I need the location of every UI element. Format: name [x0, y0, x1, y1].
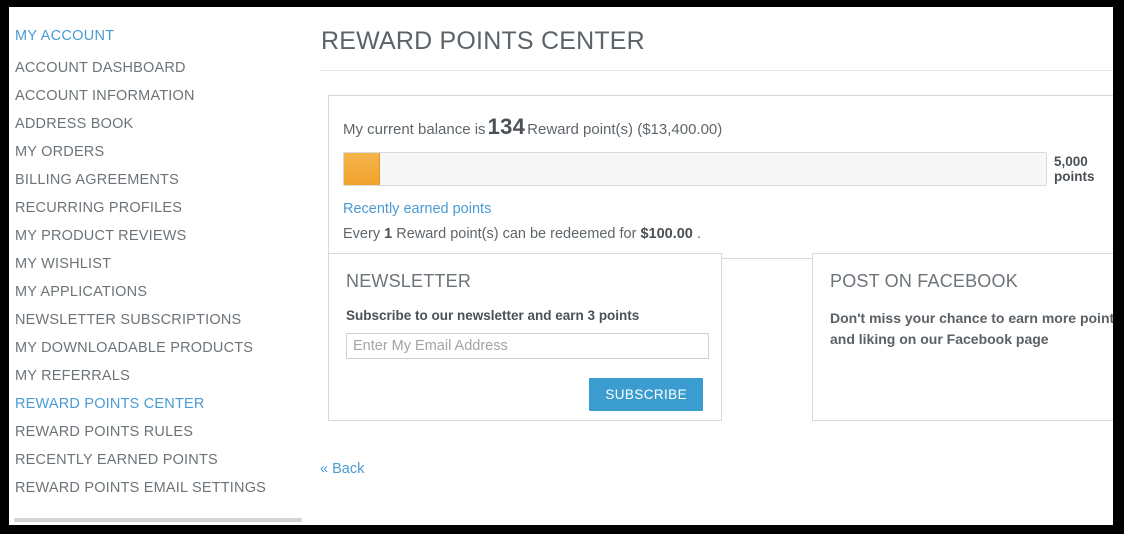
browser-window-frame: MY ACCOUNT ACCOUNT DASHBOARD ACCOUNT INFO…: [0, 0, 1124, 534]
balance-summary: My current balance is134 Reward point(s) …: [343, 114, 1113, 140]
balance-suffix-label: Reward point(s) ($13,400.00): [527, 121, 723, 138]
redeem-prefix: Every: [343, 226, 381, 242]
back-link[interactable]: « Back: [320, 461, 364, 477]
points-progress-fill: [344, 153, 381, 185]
subscribe-button-row: SUBSCRIBE: [346, 378, 703, 411]
redeem-middle: Reward point(s) can be redeemed for: [396, 226, 637, 242]
newsletter-title: NEWSLETTER: [346, 271, 472, 291]
redeem-suffix: .: [696, 226, 701, 242]
sidebar-item-recently-earned-points[interactable]: RECENTLY EARNED POINTS: [15, 446, 305, 474]
sidebar-item-recurring-profiles[interactable]: RECURRING PROFILES: [15, 194, 305, 222]
main-content: REWARD POINTS CENTER: [319, 21, 1113, 71]
sidebar-item-reward-points-center[interactable]: REWARD POINTS CENTER: [15, 390, 305, 418]
progress-max-unit: points: [1054, 169, 1095, 184]
progress-max-value: 5,000: [1054, 154, 1088, 169]
reward-balance-panel: My current balance is134 Reward point(s) …: [328, 95, 1113, 259]
balance-panel-wrapper: My current balance is134 Reward point(s) …: [319, 81, 1113, 259]
sidebar-item-address-book[interactable]: ADDRESS BOOK: [15, 110, 305, 138]
sidebar-item-list: ACCOUNT DASHBOARD ACCOUNT INFORMATION ADDR…: [15, 54, 305, 502]
balance-points-value: 134: [487, 114, 526, 139]
page-title: REWARD POINTS CENTER: [321, 27, 645, 55]
title-divider: [320, 70, 1113, 71]
sidebar-item-account-information[interactable]: ACCOUNT INFORMATION: [15, 82, 305, 110]
sidebar-item-reward-points-email-settings[interactable]: REWARD POINTS EMAIL SETTINGS: [15, 474, 305, 502]
subscribe-button[interactable]: SUBSCRIBE: [589, 378, 703, 411]
sidebar-item-my-wishlist[interactable]: MY WISHLIST: [15, 250, 305, 278]
recently-earned-points-link[interactable]: Recently earned points: [343, 201, 1113, 217]
sidebar-item-billing-agreements[interactable]: BILLING AGREEMENTS: [15, 166, 305, 194]
sidebar-item-newsletter-subscriptions[interactable]: NEWSLETTER SUBSCRIPTIONS: [15, 306, 305, 334]
horizontal-scrollbar[interactable]: [9, 515, 1113, 525]
sidebar-item-my-referrals[interactable]: MY REFERRALS: [15, 362, 305, 390]
redeem-points-value: 1: [384, 226, 393, 242]
facebook-promo-text: Don't miss your chance to earn more poin…: [830, 310, 1113, 347]
redemption-rate-text: Every 1 Reward point(s) can be redeemed …: [343, 226, 1113, 242]
points-progress-bar: [343, 152, 1047, 186]
redeem-amount-value: $100.00: [640, 226, 693, 242]
newsletter-subtitle: Subscribe to our newsletter and earn 3 p…: [346, 308, 640, 323]
newsletter-card: NEWSLETTER Subscribe to our newsletter a…: [328, 253, 722, 421]
facebook-card: POST ON FACEBOOK Don't miss your chance …: [812, 253, 1113, 421]
account-sidebar: MY ACCOUNT ACCOUNT DASHBOARD ACCOUNT INFO…: [15, 26, 305, 502]
sidebar-heading: MY ACCOUNT: [15, 28, 115, 44]
sidebar-item-my-orders[interactable]: MY ORDERS: [15, 138, 305, 166]
horizontal-scrollbar-thumb[interactable]: [14, 518, 302, 522]
sidebar-item-my-product-reviews[interactable]: MY PRODUCT REVIEWS: [15, 222, 305, 250]
sidebar-item-my-downloadable-products[interactable]: MY DOWNLOADABLE PRODUCTS: [15, 334, 305, 362]
page-viewport: MY ACCOUNT ACCOUNT DASHBOARD ACCOUNT INFO…: [9, 7, 1113, 525]
facebook-title: POST ON FACEBOOK: [830, 271, 1018, 291]
sidebar-item-reward-points-rules[interactable]: REWARD POINTS RULES: [15, 418, 305, 446]
balance-prefix-label: My current balance is: [343, 121, 486, 138]
sidebar-item-my-applications[interactable]: MY APPLICATIONS: [15, 278, 305, 306]
sidebar-item-account-dashboard[interactable]: ACCOUNT DASHBOARD: [15, 54, 305, 82]
balance-progress-row: 5,000 points: [343, 152, 1113, 186]
newsletter-email-input[interactable]: [346, 333, 709, 359]
progress-max-label: 5,000 points: [1054, 154, 1095, 184]
earn-points-cards: NEWSLETTER Subscribe to our newsletter a…: [328, 253, 1113, 421]
